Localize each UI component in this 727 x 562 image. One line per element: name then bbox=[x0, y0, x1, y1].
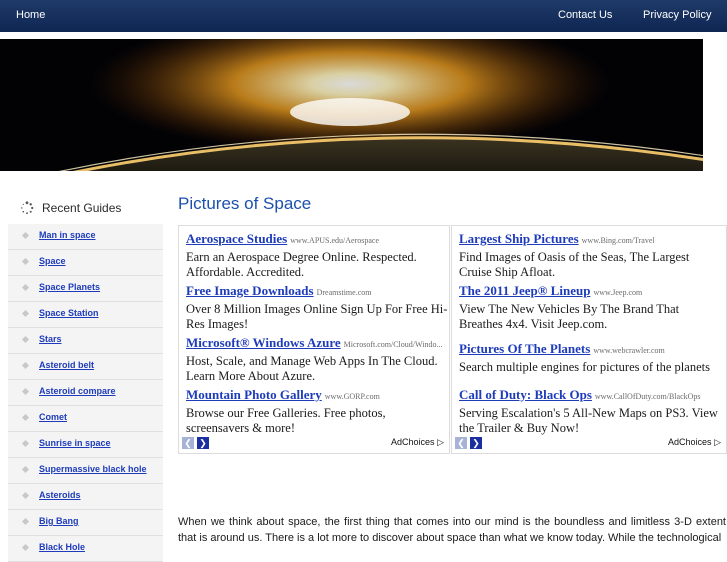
ad-title-link[interactable]: Aerospace Studies bbox=[186, 231, 287, 246]
diamond-bullet-icon bbox=[21, 361, 30, 370]
sidebar-item[interactable]: Space Planets bbox=[8, 276, 163, 302]
sidebar-link[interactable]: Space Station bbox=[39, 308, 99, 318]
sidebar-link[interactable]: Big Bang bbox=[39, 516, 79, 526]
diamond-bullet-icon bbox=[21, 231, 30, 240]
sidebar-item[interactable]: Sunrise in space bbox=[8, 432, 163, 458]
page-title: Pictures of Space bbox=[178, 194, 312, 213]
ad-url[interactable]: www.APUS.edu/Aerospace bbox=[290, 236, 379, 245]
sidebar-item[interactable]: Asteroid belt bbox=[8, 354, 163, 380]
sidebar-item[interactable]: Black Hole bbox=[8, 536, 163, 562]
ad-url[interactable]: www.Jeep.com bbox=[593, 288, 642, 297]
ad-title-link[interactable]: Pictures Of The Planets bbox=[459, 341, 590, 356]
ad-item: Mountain Photo Gallery www.GORP.com Brows… bbox=[186, 386, 448, 436]
chevron-left-icon[interactable]: ❮ bbox=[182, 437, 194, 449]
adchoices-link[interactable]: AdChoices ▷ bbox=[668, 437, 721, 448]
diamond-bullet-icon bbox=[21, 517, 30, 526]
sidebar-link[interactable]: Asteroid belt bbox=[39, 360, 94, 370]
sidebar-item[interactable]: Asteroid compare bbox=[8, 380, 163, 406]
diamond-bullet-icon bbox=[21, 413, 30, 422]
diamond-bullet-icon bbox=[21, 283, 30, 292]
sidebar-item[interactable]: Asteroids bbox=[8, 484, 163, 510]
ad-url[interactable]: Dreamstime.com bbox=[317, 288, 372, 297]
nav-privacy-link[interactable]: Privacy Policy bbox=[643, 9, 711, 21]
sidebar-title: Recent Guides bbox=[42, 201, 122, 215]
article-body: When we think about space, the first thi… bbox=[178, 516, 726, 544]
sidebar: Recent Guides Man in space Space Space P… bbox=[8, 190, 163, 562]
chevron-right-icon[interactable]: ❯ bbox=[470, 437, 482, 449]
sidebar-link[interactable]: Supermassive black hole bbox=[39, 464, 147, 474]
adchoices-label: AdChoices bbox=[391, 437, 435, 447]
diamond-bullet-icon bbox=[21, 439, 30, 448]
ad-unit-right: Largest Ship Pictures www.Bing.com/Travel… bbox=[451, 225, 727, 454]
diamond-bullet-icon bbox=[21, 387, 30, 396]
sidebar-link[interactable]: Space bbox=[39, 256, 66, 266]
chevron-right-icon[interactable]: ❯ bbox=[197, 437, 209, 449]
sidebar-item[interactable]: Comet bbox=[8, 406, 163, 432]
play-triangle-icon: ▷ bbox=[437, 437, 444, 447]
sidebar-link[interactable]: Space Planets bbox=[39, 282, 100, 292]
ad-item: Call of Duty: Black Ops www.CallOfDuty.co… bbox=[459, 386, 721, 436]
nav-contact-link[interactable]: Contact Us bbox=[558, 9, 612, 21]
diamond-bullet-icon bbox=[21, 309, 30, 318]
play-triangle-icon: ▷ bbox=[714, 437, 721, 447]
ad-item: Microsoft® Windows Azure Microsoft.com/Cl… bbox=[186, 334, 448, 384]
ad-description: Browse our Free Galleries. Free photos, … bbox=[186, 406, 386, 435]
ad-url[interactable]: www.Bing.com/Travel bbox=[582, 236, 655, 245]
diamond-bullet-icon bbox=[21, 465, 30, 474]
ad-unit-left: Aerospace Studies www.APUS.edu/Aerospace … bbox=[178, 225, 450, 454]
sidebar-item[interactable]: Space bbox=[8, 250, 163, 276]
nav-home-link[interactable]: Home bbox=[16, 9, 45, 21]
sidebar-item[interactable]: Big Bang bbox=[8, 510, 163, 536]
ad-item: Free Image Downloads Dreamstime.com Over … bbox=[186, 282, 448, 332]
ad-footer: ❮ ❯ AdChoices ▷ bbox=[181, 437, 447, 451]
ad-title-link[interactable]: Free Image Downloads bbox=[186, 283, 314, 298]
sidebar-item[interactable]: Stars bbox=[8, 328, 163, 354]
ad-url[interactable]: www.GORP.com bbox=[325, 392, 380, 401]
top-nav-bar: Home Contact Us Privacy Policy bbox=[0, 0, 727, 32]
sidebar-link[interactable]: Man in space bbox=[39, 230, 96, 240]
ad-description: Search multiple engines for pictures of … bbox=[459, 360, 710, 374]
ad-description: View The New Vehicles By The Brand That … bbox=[459, 302, 680, 331]
ad-title-link[interactable]: Call of Duty: Black Ops bbox=[459, 387, 592, 402]
sidebar-item[interactable]: Supermassive black hole bbox=[8, 458, 163, 484]
header-banner-image bbox=[0, 39, 703, 171]
sidebar-link[interactable]: Comet bbox=[39, 412, 67, 422]
ad-title-link[interactable]: Largest Ship Pictures bbox=[459, 231, 579, 246]
chevron-left-icon[interactable]: ❮ bbox=[455, 437, 467, 449]
ad-title-link[interactable]: Mountain Photo Gallery bbox=[186, 387, 322, 402]
ad-description: Host, Scale, and Manage Web Apps In The … bbox=[186, 354, 438, 383]
sidebar-item[interactable]: Space Station bbox=[8, 302, 163, 328]
ad-description: Serving Escalation's 5 All-New Maps on P… bbox=[459, 406, 718, 435]
diamond-bullet-icon bbox=[21, 335, 30, 344]
sidebar-item[interactable]: Man in space bbox=[8, 224, 163, 250]
ad-item: Largest Ship Pictures www.Bing.com/Travel… bbox=[459, 230, 721, 280]
diamond-bullet-icon bbox=[21, 543, 30, 552]
sidebar-link[interactable]: Asteroids bbox=[39, 490, 81, 500]
ad-item: The 2011 Jeep® Lineup www.Jeep.com View T… bbox=[459, 282, 721, 332]
adchoices-link[interactable]: AdChoices ▷ bbox=[391, 437, 444, 448]
diamond-bullet-icon bbox=[21, 257, 30, 266]
ad-url[interactable]: www.CallOfDuty.com/BlackOps bbox=[595, 392, 701, 401]
sidebar-link[interactable]: Black Hole bbox=[39, 542, 85, 552]
sidebar-header: Recent Guides bbox=[8, 190, 163, 224]
spinner-icon bbox=[21, 201, 34, 215]
sidebar-link[interactable]: Stars bbox=[39, 334, 62, 344]
ad-description: Earn an Aerospace Degree Online. Respect… bbox=[186, 250, 417, 279]
ad-item: Pictures Of The Planets www.webcrawler.co… bbox=[459, 340, 721, 375]
ad-url[interactable]: www.webcrawler.com bbox=[593, 346, 664, 355]
ad-description: Find Images of Oasis of the Seas, The La… bbox=[459, 250, 690, 279]
ad-title-link[interactable]: The 2011 Jeep® Lineup bbox=[459, 283, 590, 298]
diamond-bullet-icon bbox=[21, 491, 30, 500]
ad-title-link[interactable]: Microsoft® Windows Azure bbox=[186, 335, 341, 350]
ad-description: Over 8 Million Images Online Sign Up For… bbox=[186, 302, 448, 331]
ad-url[interactable]: Microsoft.com/Cloud/Windo... bbox=[344, 340, 443, 349]
sidebar-link[interactable]: Sunrise in space bbox=[39, 438, 111, 448]
sidebar-link[interactable]: Asteroid compare bbox=[39, 386, 116, 396]
adchoices-label: AdChoices bbox=[668, 437, 712, 447]
ad-footer: ❮ ❯ AdChoices ▷ bbox=[454, 437, 724, 451]
ad-item: Aerospace Studies www.APUS.edu/Aerospace … bbox=[186, 230, 448, 280]
